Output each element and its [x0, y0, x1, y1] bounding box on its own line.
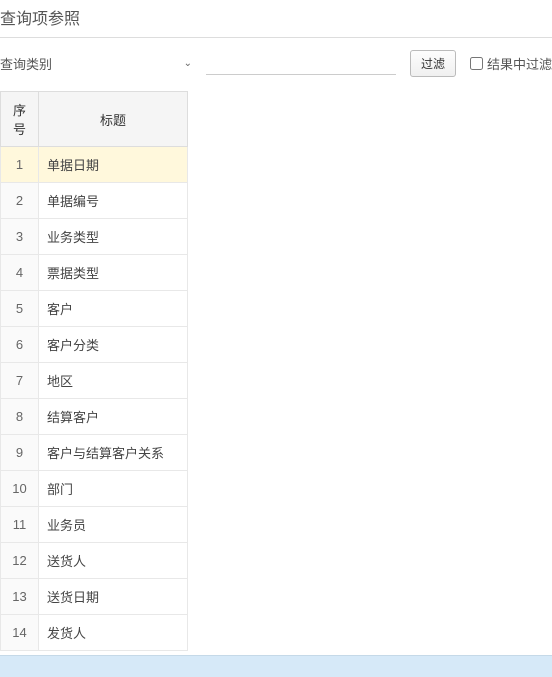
bottom-status-bar [0, 655, 552, 677]
cell-title: 单据日期 [38, 147, 187, 183]
cell-seq: 9 [1, 435, 39, 471]
results-table-container: 序号 标题 1单据日期2单据编号3业务类型4票据类型5客户6客户分类7地区8结算… [0, 91, 552, 651]
filter-input[interactable] [206, 53, 396, 75]
cell-title: 发货人 [38, 615, 187, 651]
category-dropdown[interactable]: 查询类别 ⌄ [0, 54, 198, 73]
table-row[interactable]: 12送货人 [1, 543, 188, 579]
cell-seq: 4 [1, 255, 39, 291]
cell-title: 单据编号 [38, 183, 187, 219]
table-row[interactable]: 4票据类型 [1, 255, 188, 291]
filter-in-results-checkbox[interactable] [470, 57, 483, 70]
table-row[interactable]: 10部门 [1, 471, 188, 507]
table-row[interactable]: 2单据编号 [1, 183, 188, 219]
cell-title: 地区 [38, 363, 187, 399]
table-row[interactable]: 5客户 [1, 291, 188, 327]
table-row[interactable]: 1单据日期 [1, 147, 188, 183]
column-header-title[interactable]: 标题 [38, 92, 187, 147]
table-row[interactable]: 8结算客户 [1, 399, 188, 435]
cell-seq: 11 [1, 507, 39, 543]
cell-title: 送货日期 [38, 579, 187, 615]
table-row[interactable]: 11业务员 [1, 507, 188, 543]
chevron-down-icon: ⌄ [184, 58, 192, 69]
table-row[interactable]: 9客户与结算客户关系 [1, 435, 188, 471]
cell-seq: 5 [1, 291, 39, 327]
cell-seq: 12 [1, 543, 39, 579]
cell-seq: 8 [1, 399, 39, 435]
cell-seq: 7 [1, 363, 39, 399]
dialog-title: 查询项参照 [0, 5, 552, 29]
cell-seq: 2 [1, 183, 39, 219]
cell-seq: 1 [1, 147, 39, 183]
cell-title: 业务类型 [38, 219, 187, 255]
column-header-seq[interactable]: 序号 [1, 92, 39, 147]
dialog-header: 查询项参照 [0, 0, 552, 38]
results-table: 序号 标题 1单据日期2单据编号3业务类型4票据类型5客户6客户分类7地区8结算… [0, 91, 188, 651]
cell-title: 结算客户 [38, 399, 187, 435]
table-row[interactable]: 3业务类型 [1, 219, 188, 255]
table-row[interactable]: 6客户分类 [1, 327, 188, 363]
cell-title: 客户分类 [38, 327, 187, 363]
cell-seq: 14 [1, 615, 39, 651]
table-row[interactable]: 13送货日期 [1, 579, 188, 615]
cell-title: 票据类型 [38, 255, 187, 291]
filter-bar: 查询类别 ⌄ 过滤 结果中过滤 [0, 38, 552, 89]
cell-seq: 10 [1, 471, 39, 507]
dropdown-label: 查询类别 [0, 54, 184, 73]
cell-title: 客户 [38, 291, 187, 327]
filter-in-results-wrap: 结果中过滤 [470, 54, 552, 73]
table-row[interactable]: 7地区 [1, 363, 188, 399]
cell-title: 业务员 [38, 507, 187, 543]
table-header-row: 序号 标题 [1, 92, 188, 147]
cell-seq: 6 [1, 327, 39, 363]
filter-in-results-label: 结果中过滤 [487, 54, 552, 73]
filter-button[interactable]: 过滤 [410, 50, 456, 77]
cell-seq: 3 [1, 219, 39, 255]
cell-title: 部门 [38, 471, 187, 507]
table-row[interactable]: 14发货人 [1, 615, 188, 651]
cell-seq: 13 [1, 579, 39, 615]
cell-title: 客户与结算客户关系 [38, 435, 187, 471]
cell-title: 送货人 [38, 543, 187, 579]
